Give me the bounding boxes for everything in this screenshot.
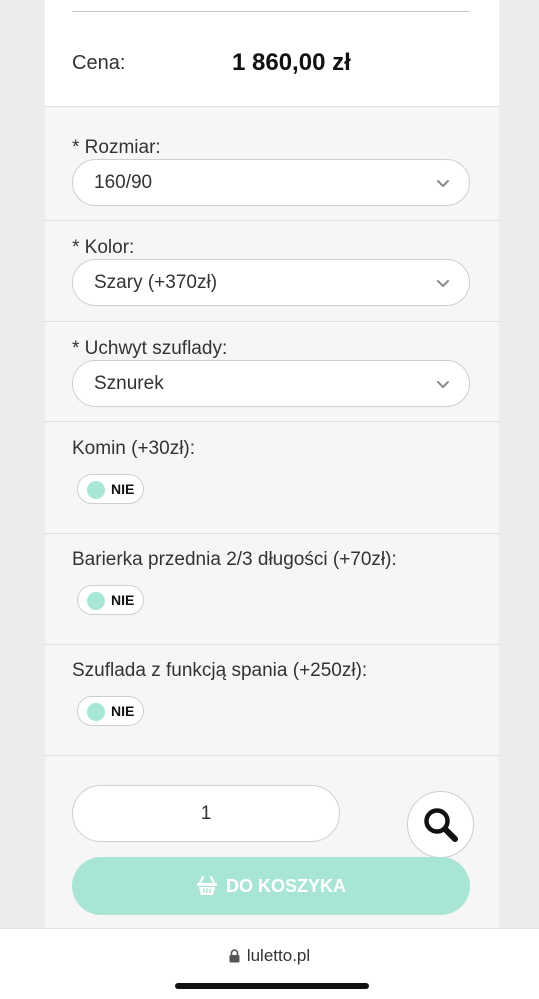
sleep-drawer-label: Szuflada z funkcją spania (+250zł): bbox=[72, 660, 368, 681]
color-label: * Kolor: bbox=[72, 237, 135, 258]
quantity-value: 1 bbox=[200, 803, 212, 824]
toggle-knob bbox=[87, 481, 105, 499]
add-to-cart-label: DO KOSZYKA bbox=[225, 875, 346, 896]
divider bbox=[72, 11, 470, 12]
zoom-button[interactable] bbox=[407, 791, 474, 858]
toggle-state: NIE bbox=[111, 481, 135, 497]
size-option-section: * Rozmiar: 160/90 bbox=[45, 107, 499, 221]
price-label: Cena: bbox=[72, 52, 126, 74]
front-barrier-label: Barierka przednia 2/3 długości (+70zł): bbox=[72, 549, 397, 570]
add-to-cart-button[interactable]: DO KOSZYKA bbox=[72, 857, 470, 915]
lock-icon bbox=[229, 949, 240, 963]
search-icon bbox=[424, 808, 458, 842]
browser-bottom-bar: luletto.pl bbox=[0, 928, 539, 999]
chevron-down-icon bbox=[437, 180, 449, 187]
color-select[interactable]: Szary (+370zł) bbox=[72, 259, 470, 306]
handle-select[interactable]: Sznurek bbox=[72, 360, 470, 407]
price-block: Cena: 1 860,00 zł bbox=[45, 0, 499, 107]
handle-label: * Uchwyt szuflady: bbox=[72, 338, 228, 359]
sleep-drawer-toggle[interactable]: NIE bbox=[77, 696, 144, 726]
home-indicator[interactable] bbox=[175, 983, 369, 989]
quantity-input[interactable]: 1 bbox=[72, 785, 340, 842]
chevron-down-icon bbox=[437, 280, 449, 287]
handle-option-section: * Uchwyt szuflady: Sznurek bbox=[45, 322, 499, 422]
toggle-knob bbox=[87, 592, 105, 610]
chimney-label: Komin (+30zł): bbox=[72, 438, 196, 459]
size-select-value: 160/90 bbox=[94, 172, 153, 193]
toggle-knob bbox=[87, 703, 105, 721]
front-barrier-toggle[interactable]: NIE bbox=[77, 585, 144, 615]
handle-select-value: Sznurek bbox=[94, 373, 164, 394]
address-bar[interactable]: luletto.pl bbox=[0, 946, 539, 966]
size-select[interactable]: 160/90 bbox=[72, 159, 470, 206]
size-label: * Rozmiar: bbox=[72, 137, 161, 158]
toggle-state: NIE bbox=[111, 703, 135, 719]
color-select-value: Szary (+370zł) bbox=[94, 272, 218, 293]
chimney-option-section: Komin (+30zł): NIE bbox=[45, 422, 499, 534]
price-value: 1 860,00 zł bbox=[232, 49, 351, 76]
add-to-cart-content: DO KOSZYKA bbox=[72, 857, 470, 915]
toggle-state: NIE bbox=[111, 592, 135, 608]
chimney-toggle[interactable]: NIE bbox=[77, 474, 144, 504]
front-barrier-option-section: Barierka przednia 2/3 długości (+70zł): … bbox=[45, 534, 499, 645]
chevron-down-icon bbox=[437, 381, 449, 388]
sleep-drawer-option-section: Szuflada z funkcją spania (+250zł): NIE bbox=[45, 645, 499, 756]
product-options-card: Cena: 1 860,00 zł * Rozmiar: 160/90 * Ko… bbox=[45, 0, 499, 928]
basket-icon bbox=[196, 876, 217, 895]
url-text: luletto.pl bbox=[246, 946, 311, 965]
color-option-section: * Kolor: Szary (+370zł) bbox=[45, 221, 499, 322]
